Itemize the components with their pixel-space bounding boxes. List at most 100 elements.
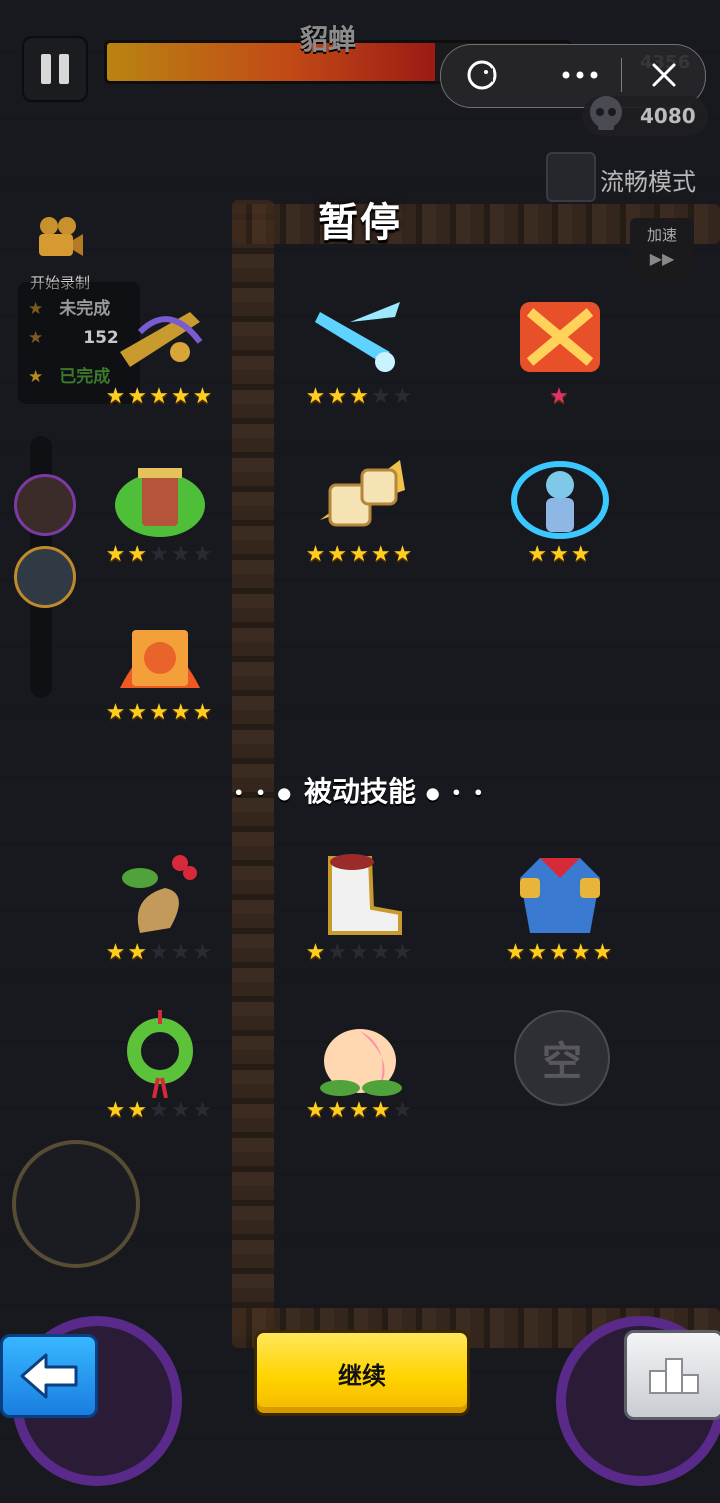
- star-icon: ★: [28, 367, 44, 387]
- kill-counter: 4080: [582, 96, 708, 136]
- elephant-hero-avatar[interactable]: [14, 546, 76, 608]
- star-rating: ★★★★★: [290, 384, 430, 409]
- star-filled-icon: ★: [592, 940, 615, 965]
- star-empty-icon: ★: [349, 940, 371, 965]
- star-empty-icon: ★: [170, 940, 193, 965]
- empty-skill-slot: 空: [514, 1010, 610, 1106]
- star-filled-icon: ★: [105, 542, 128, 567]
- kill-count: 4080: [640, 104, 696, 128]
- ultimate-skill-button[interactable]: [12, 1140, 140, 1268]
- star-filled-icon: ★: [549, 384, 571, 409]
- star-empty-icon: ★: [192, 940, 215, 965]
- taoist-summon-icon: [511, 461, 609, 539]
- star-filled-icon: ★: [370, 1098, 393, 1123]
- star-filled-icon: ★: [149, 700, 171, 725]
- jade-pendant-icon: [127, 1010, 193, 1098]
- active-skill-golden-dice[interactable]: ★★★★★: [290, 450, 430, 580]
- title-dots-right: ● • •: [425, 783, 487, 803]
- star-filled-icon: ★: [305, 1098, 328, 1123]
- star-empty-icon: ★: [392, 384, 415, 409]
- star-filled-icon: ★: [192, 384, 215, 409]
- continue-button[interactable]: 继续: [254, 1330, 470, 1416]
- star-filled-icon: ★: [127, 542, 150, 567]
- star-empty-icon: ★: [370, 384, 393, 409]
- active-skill-golden-crossbow[interactable]: ★★★★★: [90, 292, 230, 422]
- star-empty-icon: ★: [149, 940, 171, 965]
- golden-crossbow-icon: [120, 312, 203, 367]
- star-filled-icon: ★: [127, 700, 150, 725]
- star-rating: ★★★★★: [490, 940, 630, 965]
- passive-skill-armor[interactable]: ★★★★★: [490, 848, 630, 978]
- capsule-divider: [621, 58, 622, 92]
- active-skill-fire-scroll[interactable]: ★★★★★: [90, 608, 230, 738]
- podium-icon: [649, 1358, 699, 1394]
- green-flame-totem-icon: [115, 468, 205, 537]
- pause-button[interactable]: [22, 36, 88, 102]
- star-rating: ★★★★★: [90, 940, 230, 965]
- hamster-hero-avatar[interactable]: [14, 474, 76, 536]
- boots-icon: [328, 854, 402, 935]
- star-filled-icon: ★: [370, 542, 393, 567]
- star-filled-icon: ★: [105, 1098, 128, 1123]
- active-skill-green-flame-totem[interactable]: ★★★★★: [90, 450, 230, 580]
- skull-icon: [590, 96, 622, 130]
- star-filled-icon: ★: [127, 384, 150, 409]
- star-rating: ★★★★★: [290, 1098, 430, 1123]
- fast-forward-icon: ▶▶: [649, 249, 675, 268]
- star-empty-icon: ★: [370, 940, 393, 965]
- star-filled-icon: ★: [127, 1098, 150, 1123]
- star-empty-icon: ★: [392, 1098, 415, 1123]
- star-empty-icon: ★: [149, 542, 171, 567]
- active-skill-taoist-summon[interactable]: ★★★: [490, 450, 630, 580]
- star-filled-icon: ★: [527, 940, 550, 965]
- ice-blade-icon: [315, 302, 400, 372]
- star-empty-icon: ★: [170, 542, 193, 567]
- star-rating: ★★★★★: [90, 384, 230, 409]
- star-filled-icon: ★: [127, 940, 150, 965]
- star-empty-icon: ★: [392, 940, 415, 965]
- passive-skills-title: • • ● 被动技能 ● • •: [0, 770, 720, 810]
- star-filled-icon: ★: [105, 384, 128, 409]
- star-empty-icon: ★: [192, 542, 215, 567]
- passive-skills-label: 被动技能: [303, 775, 416, 808]
- passive-skill-jade-pendant[interactable]: ★★★★★: [90, 1006, 230, 1136]
- star-rating: ★★★★★: [290, 542, 430, 567]
- star-filled-icon: ★: [105, 700, 128, 725]
- star-filled-icon: ★: [170, 384, 193, 409]
- star-empty-icon: ★: [192, 1098, 215, 1123]
- star-filled-icon: ★: [327, 1098, 350, 1123]
- boss-name: 貂蝉: [300, 23, 357, 56]
- star-filled-icon: ★: [527, 542, 550, 567]
- star-rating: ★★★★★: [90, 542, 230, 567]
- star-filled-icon: ★: [570, 542, 593, 567]
- fire-crossed-swords-icon: [520, 302, 600, 372]
- star-empty-icon: ★: [327, 940, 350, 965]
- back-button[interactable]: [0, 1334, 98, 1418]
- star-filled-icon: ★: [149, 384, 171, 409]
- passive-skill-boots[interactable]: ★★★★★: [290, 848, 430, 978]
- game-center-icon[interactable]: [442, 44, 522, 106]
- ranking-button[interactable]: [624, 1330, 720, 1420]
- star-filled-icon: ★: [305, 542, 328, 567]
- star-filled-icon: ★: [549, 940, 571, 965]
- star-filled-icon: ★: [327, 542, 350, 567]
- star-icon: ★: [28, 328, 44, 348]
- star-filled-icon: ★: [349, 1098, 371, 1123]
- passive-skill-peach[interactable]: ★★★★★: [290, 1006, 430, 1136]
- star-filled-icon: ★: [305, 940, 328, 965]
- star-filled-icon: ★: [305, 384, 328, 409]
- star-filled-icon: ★: [549, 542, 571, 567]
- star-rating: ★★★★★: [90, 700, 230, 725]
- star-filled-icon: ★: [505, 940, 528, 965]
- star-rating: ★★★: [490, 542, 630, 567]
- active-skill-ice-blade[interactable]: ★★★★★: [290, 292, 430, 422]
- active-skill-fire-crossed-swords[interactable]: ★: [490, 292, 630, 422]
- star-filled-icon: ★: [392, 542, 415, 567]
- title-dots-left: • • ●: [233, 783, 295, 803]
- star-empty-icon: ★: [170, 1098, 193, 1123]
- boss-health-fill: [107, 43, 436, 81]
- pause-title: 暂停: [318, 200, 402, 246]
- star-filled-icon: ★: [327, 384, 350, 409]
- star-icon: ★: [28, 299, 44, 319]
- passive-skill-ginseng-root[interactable]: ★★★★★: [90, 848, 230, 978]
